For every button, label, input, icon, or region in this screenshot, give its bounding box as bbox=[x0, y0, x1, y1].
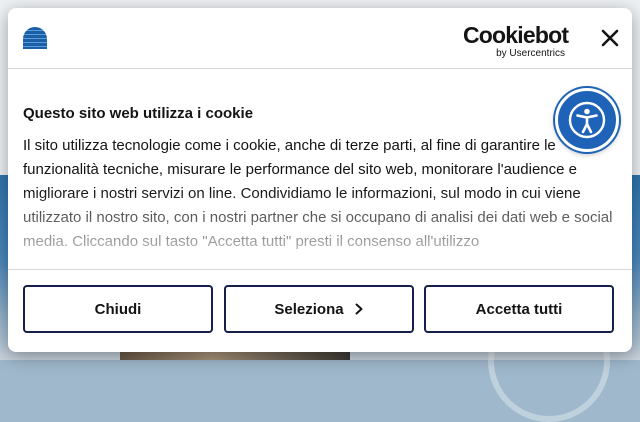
dialog-description: Il sito utilizza tecnologie come i cooki… bbox=[23, 137, 613, 250]
close-button[interactable] bbox=[598, 26, 622, 50]
cookiebot-logo: Cookiebot by Usercentrics bbox=[463, 22, 569, 59]
dialog-body: Questo sito web utilizza i cookie Il sit… bbox=[23, 86, 623, 271]
chevron-right-icon bbox=[355, 303, 363, 315]
accessibility-icon bbox=[568, 101, 606, 139]
select-label: Seleziona bbox=[274, 300, 344, 318]
close-consent-button[interactable]: Chiudi bbox=[23, 285, 213, 333]
accessibility-button[interactable] bbox=[555, 88, 619, 152]
footer-divider bbox=[8, 269, 632, 270]
select-button[interactable]: Seleziona bbox=[224, 285, 414, 333]
close-icon bbox=[601, 29, 619, 47]
cookiebot-byline: by Usercentrics bbox=[496, 48, 565, 59]
cookiebot-wordmark: Cookiebot bbox=[463, 22, 569, 48]
dialog-title: Questo sito web utilizza i cookie bbox=[23, 105, 254, 122]
accept-all-button[interactable]: Accetta tutti bbox=[424, 285, 614, 333]
cookie-consent-dialog: Cookiebot by Usercentrics Questo sito we… bbox=[8, 8, 632, 352]
close-consent-label: Chiudi bbox=[94, 300, 142, 318]
site-logo bbox=[23, 27, 47, 49]
accept-all-label: Accetta tutti bbox=[475, 300, 563, 318]
dialog-header: Cookiebot by Usercentrics bbox=[8, 8, 632, 69]
